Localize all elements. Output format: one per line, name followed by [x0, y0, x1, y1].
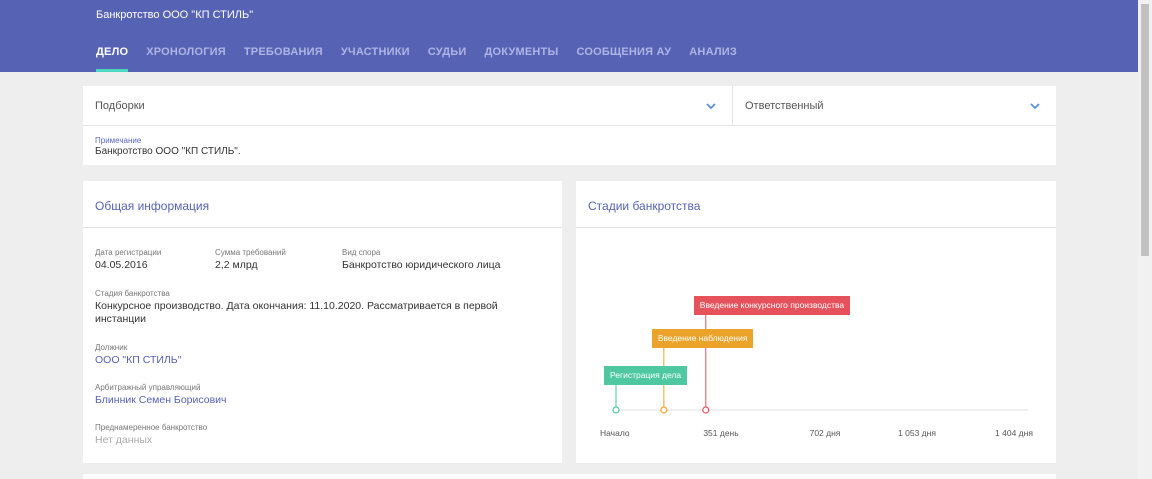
deliberate-bankruptcy-label: Преднамеренное банкротство — [95, 423, 208, 432]
scrollbar-thumb[interactable] — [1141, 4, 1149, 256]
stage-label[interactable]: Введение конкурсного производства — [693, 296, 851, 315]
bankruptcy-stage-label: Стадия банкротства — [95, 289, 170, 298]
tab-claims[interactable]: ТРЕБОВАНИЯ — [244, 46, 323, 72]
deliberate-bankruptcy-value: Нет данных — [95, 434, 153, 446]
chevron-down-icon[interactable] — [1029, 100, 1041, 112]
responsible-select-label: Ответственный — [745, 100, 824, 112]
stage-label[interactable]: Введение наблюдения — [651, 329, 754, 348]
divider — [83, 227, 562, 228]
axis-tick-label: 351 день — [703, 428, 739, 438]
tab-case[interactable]: ДЕЛО — [96, 46, 129, 72]
general-info-title: Общая информация — [95, 199, 210, 213]
app-header: Банкротство ООО "КП СТИЛЬ" ДЕЛО ХРОНОЛОГ… — [0, 0, 1138, 72]
next-card — [83, 474, 1056, 479]
stage-marker-point[interactable] — [612, 406, 620, 414]
case-note[interactable]: Примечание Банкротство ООО "КП СТИЛЬ". — [95, 136, 241, 157]
axis-tick-label: 1 053 дня — [898, 428, 936, 438]
manager-field: Арбитражный управляющий Блинник Семен Бо… — [95, 383, 227, 407]
dispute-type-value: Банкротство юридического лица — [342, 259, 501, 271]
tab-manager-messages[interactable]: СООБЩЕНИЯ АУ — [576, 46, 671, 72]
chevron-down-icon[interactable] — [705, 100, 717, 112]
registration-date-label: Дата регистрации — [95, 248, 162, 257]
axis-start-label: Начало — [600, 428, 630, 438]
tab-documents[interactable]: ДОКУМЕНТЫ — [484, 46, 558, 72]
claims-sum-value: 2,2 млрд — [215, 259, 258, 271]
claims-sum-label: Сумма требований — [215, 248, 286, 257]
claims-sum-field: Сумма требований 2,2 млрд — [215, 248, 286, 272]
tab-chronology[interactable]: ХРОНОЛОГИЯ — [146, 46, 226, 72]
general-info-card: Общая информация Дата регистрации 04.05.… — [83, 181, 562, 463]
manager-label: Арбитражный управляющий — [95, 383, 201, 392]
tab-judges[interactable]: СУДЬИ — [428, 46, 467, 72]
responsible-select[interactable]: Ответственный — [733, 86, 1056, 126]
axis-tick-label: 1 404 дня — [995, 428, 1033, 438]
bankruptcy-stages-title: Стадии банкротства — [588, 199, 701, 213]
manager-link[interactable]: Блинник Семен Борисович — [95, 394, 227, 407]
registration-date-field: Дата регистрации 04.05.2016 — [95, 248, 161, 272]
tab-analysis[interactable]: АНАЛИЗ — [689, 46, 737, 72]
dispute-type-label: Вид спора — [342, 248, 381, 257]
case-title: Банкротство ООО "КП СТИЛЬ" — [96, 9, 254, 21]
note-label: Примечание — [95, 136, 142, 145]
stage-label[interactable]: Регистрация дела — [604, 366, 688, 385]
collections-select[interactable]: Подборки — [83, 86, 733, 126]
registration-date-value: 04.05.2016 — [95, 259, 148, 271]
page-scrollbar[interactable] — [1138, 0, 1152, 479]
debtor-link[interactable]: ООО "КП СТИЛЬ" — [95, 354, 181, 367]
stages-timeline-chart — [612, 315, 1028, 414]
bankruptcy-stage-field: Стадия банкротства Конкурсное производст… — [95, 289, 498, 326]
case-tabs: ДЕЛО ХРОНОЛОГИЯ ТРЕБОВАНИЯ УЧАСТНИКИ СУД… — [96, 46, 737, 72]
bankruptcy-stages-card: Стадии банкротства Начало Регистрация де… — [576, 181, 1056, 463]
collections-select-label: Подборки — [95, 100, 145, 112]
deliberate-bankruptcy-field: Преднамеренное банкротство Нет данных — [95, 423, 207, 447]
tab-participants[interactable]: УЧАСТНИКИ — [341, 46, 410, 72]
filter-panel: Подборки Ответственный Примечание Банкро… — [83, 86, 1056, 165]
stage-marker-point[interactable] — [660, 406, 668, 414]
debtor-label: Должник — [95, 343, 128, 352]
debtor-field: Должник ООО "КП СТИЛЬ" — [95, 343, 181, 367]
dispute-type-field: Вид спора Банкротство юридического лица — [342, 248, 500, 272]
bankruptcy-stage-value-line1: Конкурсное производство. Дата окончания:… — [95, 300, 498, 312]
note-text: Банкротство ООО "КП СТИЛЬ". — [95, 146, 241, 157]
stage-marker-point[interactable] — [702, 406, 710, 414]
axis-tick-label: 702 дня — [809, 428, 841, 438]
bankruptcy-stage-value-line2: инстанции — [95, 313, 146, 325]
